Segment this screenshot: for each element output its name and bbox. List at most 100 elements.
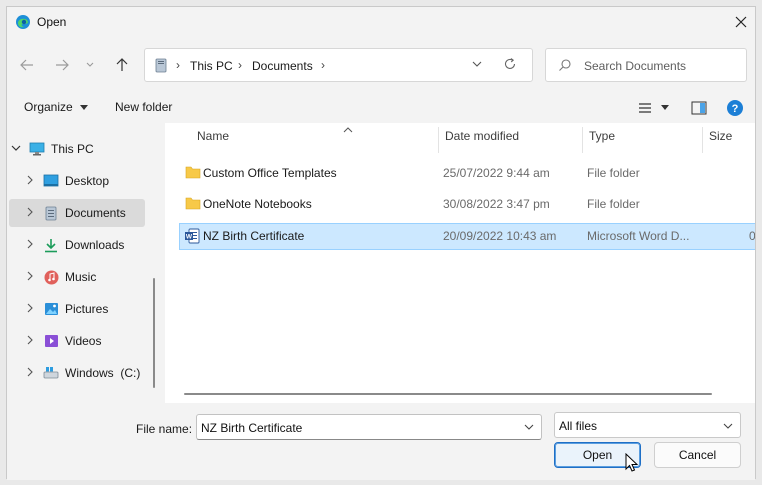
address-bar[interactable]: › This PC › Documents › <box>144 48 533 82</box>
tree-item-this-pc[interactable]: This PC <box>9 135 145 163</box>
forward-button[interactable] <box>51 54 73 76</box>
chevron-right-icon[interactable] <box>23 271 37 284</box>
breadcrumb-this-pc[interactable]: This PC <box>190 59 233 73</box>
chevron-right-icon[interactable] <box>23 335 37 348</box>
column-divider[interactable] <box>702 127 703 153</box>
column-divider[interactable] <box>582 127 583 153</box>
file-list: Name Date modified Type Size Custom Offi… <box>165 123 755 403</box>
column-header-type[interactable]: Type <box>589 129 699 153</box>
word-doc-icon: W <box>185 228 200 244</box>
file-type-filter[interactable]: All files <box>554 412 741 438</box>
breadcrumb-separator: › <box>238 58 242 72</box>
tree-item-videos[interactable]: Videos <box>23 327 145 355</box>
chevron-right-icon[interactable] <box>23 303 37 316</box>
file-size: 0 <box>749 229 755 243</box>
breadcrumb-documents[interactable]: Documents <box>252 59 313 73</box>
recent-locations-button[interactable] <box>83 54 97 76</box>
sort-ascending-icon <box>343 127 353 133</box>
chevron-right-icon[interactable] <box>23 239 37 252</box>
tree-item-label: Music <box>65 270 97 284</box>
tree-item-label: Desktop <box>65 174 110 188</box>
file-name: NZ Birth Certificate <box>203 229 305 243</box>
cancel-button[interactable]: Cancel <box>654 442 741 468</box>
caret-down-icon <box>80 105 89 110</box>
tree-item-label: Pictures <box>65 302 109 316</box>
tree-item-documents[interactable]: Documents <box>9 199 145 227</box>
svg-text:W: W <box>186 234 193 241</box>
file-row-selected[interactable]: W NZ Birth Certificate 20/09/2022 10:43 … <box>179 223 755 250</box>
organize-button[interactable]: Organize <box>24 100 89 114</box>
chevron-right-icon[interactable] <box>23 367 37 380</box>
file-type: File folder <box>587 197 640 211</box>
file-type: File folder <box>587 166 640 180</box>
bottom-bar: File name: All files Open Cancel <box>7 403 755 480</box>
arrow-up-icon <box>116 58 128 71</box>
drive-icon <box>43 365 59 381</box>
chevron-right-icon[interactable] <box>23 175 37 188</box>
close-button[interactable] <box>727 7 755 37</box>
tree-item-downloads[interactable]: Downloads <box>23 231 145 259</box>
column-header-label: Date modified <box>445 129 520 143</box>
column-header-label: Type <box>589 129 616 143</box>
file-row[interactable]: Custom Office Templates 25/07/2022 9:44 … <box>179 160 755 187</box>
music-icon <box>43 269 59 285</box>
navigation-pane: This PC Desktop Documents Downloads Musi… <box>7 123 157 403</box>
file-date: 25/07/2022 9:44 am <box>443 166 550 180</box>
back-button[interactable] <box>16 54 38 76</box>
tree-item-label: Documents <box>65 206 126 220</box>
column-header-date[interactable]: Date modified <box>445 129 575 153</box>
computer-icon <box>29 141 45 157</box>
search-input[interactable] <box>584 57 734 75</box>
file-name-input[interactable] <box>201 419 511 437</box>
search-box[interactable] <box>545 48 747 82</box>
tree-item-music[interactable]: Music <box>23 263 145 291</box>
documents-icon <box>43 205 59 221</box>
file-date: 30/08/2022 3:47 pm <box>443 197 550 211</box>
desktop-icon <box>43 173 59 189</box>
breadcrumb-separator: › <box>321 58 325 72</box>
help-icon[interactable]: ? <box>726 99 744 117</box>
horizontal-scrollbar[interactable] <box>184 393 712 395</box>
organize-label: Organize <box>24 100 73 114</box>
view-options-dropdown-icon[interactable] <box>661 105 669 111</box>
arrow-right-icon <box>56 59 69 71</box>
open-dialog: Open › This PC › Documents › Search Docu… <box>6 6 756 480</box>
breadcrumb-separator: › <box>176 58 180 72</box>
title-bar: Open <box>7 7 755 37</box>
chevron-right-icon[interactable] <box>23 207 37 220</box>
tree-item-desktop[interactable]: Desktop <box>23 167 145 195</box>
chevron-down-icon[interactable] <box>9 143 23 155</box>
column-header-size[interactable]: Size <box>709 129 755 153</box>
navigation-bar: › This PC › Documents › <box>7 47 755 83</box>
search-icon <box>559 59 571 71</box>
pictures-icon <box>43 301 59 317</box>
tree-item-windows-c[interactable]: Windows (C:) <box>23 359 145 387</box>
file-name: Custom Office Templates <box>203 166 337 180</box>
file-type: Microsoft Word D... <box>587 229 690 243</box>
command-bar: Organize New folder ? <box>7 93 755 123</box>
file-name: OneNote Notebooks <box>203 197 312 211</box>
videos-icon <box>43 333 59 349</box>
chevron-down-icon <box>723 423 733 429</box>
tree-item-label: Downloads <box>65 238 125 252</box>
close-icon <box>735 16 747 28</box>
tree-item-pictures[interactable]: Pictures <box>23 295 145 323</box>
file-row[interactable]: OneNote Notebooks 30/08/2022 3:47 pm Fil… <box>179 191 755 218</box>
address-dropdown-icon[interactable] <box>470 57 484 71</box>
chevron-down-icon <box>86 62 94 67</box>
navigation-scrollbar[interactable] <box>153 278 155 388</box>
new-folder-button[interactable]: New folder <box>115 100 172 114</box>
preview-pane-icon[interactable] <box>691 101 707 115</box>
column-header-label: Name <box>197 129 230 143</box>
tree-item-label: Videos <box>65 334 102 348</box>
file-name-combobox[interactable] <box>196 414 542 440</box>
up-button[interactable] <box>111 54 133 76</box>
chevron-down-icon[interactable] <box>523 422 535 432</box>
view-list-icon[interactable] <box>638 102 652 114</box>
column-divider[interactable] <box>438 127 439 153</box>
column-header-name[interactable]: Name <box>197 127 437 153</box>
refresh-icon[interactable] <box>503 57 517 71</box>
arrow-left-icon <box>20 59 33 71</box>
svg-text:?: ? <box>732 103 739 115</box>
folder-icon <box>185 197 201 210</box>
